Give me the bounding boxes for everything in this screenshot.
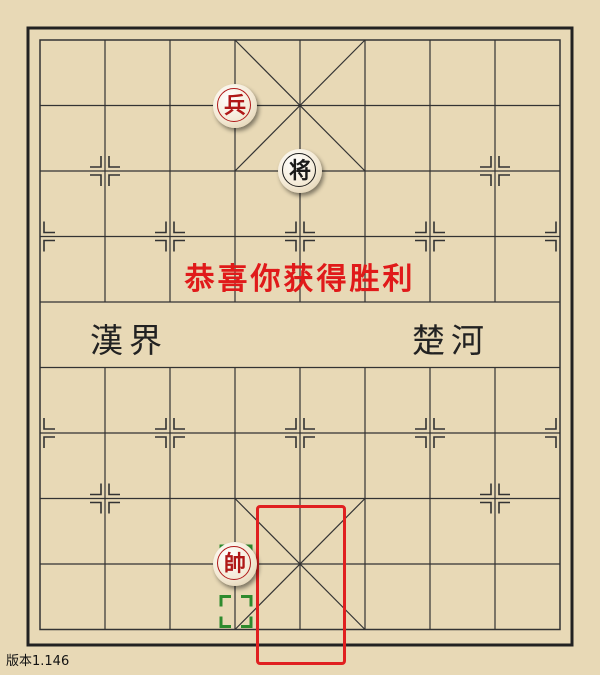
position-marker	[43, 221, 55, 234]
position-marker	[173, 436, 185, 448]
version-label: 版本1.146	[6, 654, 70, 669]
position-marker	[545, 239, 557, 252]
move-hint-bracket	[241, 595, 253, 607]
river-label-left: 漢界	[90, 321, 168, 360]
piece-label: 兵	[223, 92, 246, 119]
position-marker	[90, 156, 102, 168]
position-marker	[285, 221, 297, 234]
position-marker	[285, 239, 297, 252]
move-hint-bracket	[219, 616, 231, 628]
position-marker	[303, 221, 315, 234]
position-marker	[415, 239, 427, 252]
position-marker	[155, 239, 167, 252]
position-marker	[545, 221, 557, 234]
position-marker	[545, 436, 557, 448]
position-marker	[480, 483, 492, 496]
position-marker	[303, 418, 315, 430]
red-soldier-piece[interactable]: 兵	[213, 83, 257, 128]
position-marker	[433, 239, 445, 252]
position-marker	[480, 174, 492, 186]
position-marker	[155, 418, 167, 430]
position-marker	[90, 483, 102, 496]
position-marker	[43, 239, 55, 252]
position-marker	[415, 221, 427, 234]
position-marker	[498, 174, 510, 186]
position-marker	[498, 483, 510, 496]
position-marker	[90, 174, 102, 186]
position-marker	[480, 156, 492, 168]
position-marker	[173, 418, 185, 430]
position-marker	[108, 174, 120, 186]
position-marker	[545, 418, 557, 430]
move-highlight-box	[256, 505, 346, 665]
position-marker	[43, 436, 55, 448]
position-marker	[285, 436, 297, 448]
position-marker	[90, 501, 102, 514]
position-marker	[415, 436, 427, 448]
piece-label: 帥	[223, 551, 246, 577]
position-marker	[173, 221, 185, 234]
position-marker	[108, 483, 120, 496]
position-marker	[285, 418, 297, 430]
position-marker	[155, 436, 167, 448]
position-marker	[433, 418, 445, 430]
position-marker	[433, 436, 445, 448]
position-marker	[155, 221, 167, 234]
position-marker	[480, 501, 492, 514]
position-marker	[303, 436, 315, 448]
position-marker	[108, 156, 120, 168]
red-marshal-piece[interactable]: 帥	[213, 542, 257, 586]
position-marker	[498, 156, 510, 168]
black-general-piece[interactable]: 将	[278, 149, 322, 193]
victory-message: 恭喜你获得胜利	[184, 262, 416, 297]
position-marker	[433, 221, 445, 234]
move-hint-bracket	[219, 595, 231, 607]
position-marker	[303, 239, 315, 252]
piece-label: 将	[288, 158, 311, 184]
position-marker	[173, 239, 185, 252]
river-label-right: 楚河	[412, 321, 490, 360]
position-marker	[108, 501, 120, 514]
position-marker	[498, 501, 510, 514]
position-marker	[43, 418, 55, 430]
position-marker	[415, 418, 427, 430]
